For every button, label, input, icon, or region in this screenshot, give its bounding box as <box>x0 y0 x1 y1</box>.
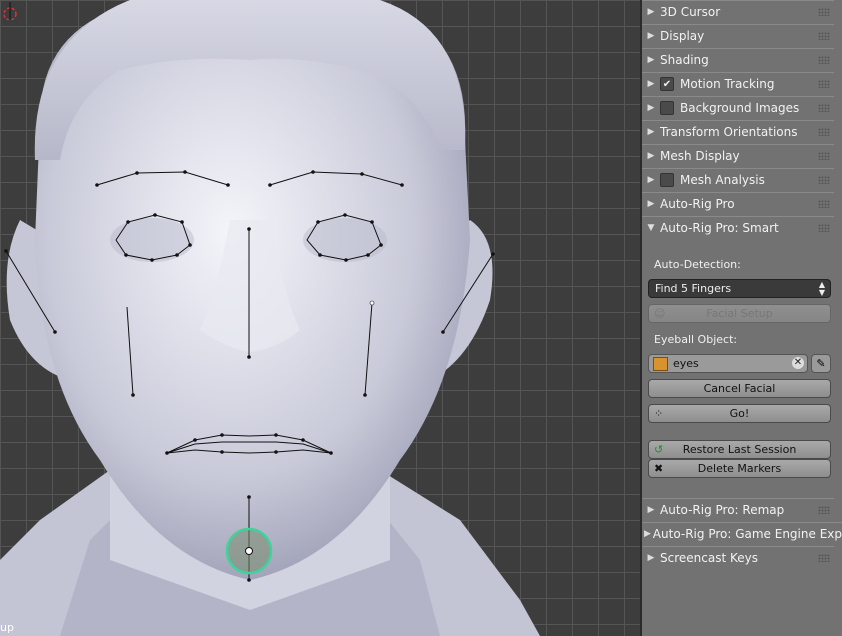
section-label: Shading <box>660 53 709 67</box>
section-motion-tracking[interactable]: ▶ ✔ Motion Tracking <box>642 72 834 95</box>
restore-last-session-button[interactable]: ↺ Restore Last Session <box>648 440 831 459</box>
bone-points-icon: ⁘ <box>654 407 664 420</box>
restore-icon: ↺ <box>654 443 664 456</box>
section-label: Mesh Analysis <box>680 173 765 187</box>
facial-setup-label: Facial Setup <box>706 307 773 320</box>
fingers-select-value: Find 5 Fingers <box>655 282 732 295</box>
collapse-arrow-icon: ▶ <box>647 151 655 161</box>
section-auto-rig-pro-smart[interactable]: ▼ Auto-Rig Pro: Smart <box>642 216 834 239</box>
section-label: Mesh Display <box>660 149 740 163</box>
facial-setup-button[interactable]: ☺ Facial Setup <box>648 304 831 323</box>
section-mesh-analysis[interactable]: ▶ Mesh Analysis <box>642 168 834 191</box>
drag-grip-icon[interactable] <box>818 224 830 232</box>
mesh-analysis-checkbox[interactable] <box>660 173 674 187</box>
drag-grip-icon[interactable] <box>818 200 830 208</box>
face-icon: ☺ <box>654 307 666 320</box>
section-shading[interactable]: ▶ Shading <box>642 48 834 71</box>
section-label: Transform Orientations <box>660 125 798 139</box>
face-model <box>0 0 540 636</box>
object-cube-icon <box>653 356 668 371</box>
section-transform-orientations[interactable]: ▶ Transform Orientations <box>642 120 834 143</box>
section-auto-rig-pro-remap[interactable]: ▶ Auto-Rig Pro: Remap <box>642 498 834 521</box>
collapse-arrow-icon: ▶ <box>647 199 655 209</box>
section-label: Auto-Rig Pro: Remap <box>660 503 785 517</box>
fingers-select[interactable]: Find 5 Fingers ▲ ▼ <box>648 279 831 298</box>
collapse-arrow-icon: ▶ <box>647 103 655 113</box>
section-3d-cursor[interactable]: ▶ 3D Cursor <box>642 0 834 23</box>
section-label: Background Images <box>680 101 800 115</box>
cancel-facial-button[interactable]: Cancel Facial <box>648 379 831 398</box>
collapse-arrow-icon: ▶ <box>647 175 655 185</box>
collapse-arrow-icon: ▶ <box>647 127 655 137</box>
section-label: Screencast Keys <box>660 551 758 565</box>
delete-markers-button[interactable]: ✖ Delete Markers <box>648 459 831 478</box>
collapse-arrow-icon: ▶ <box>647 55 655 65</box>
go-label: Go! <box>729 407 750 420</box>
eyeball-object-label: Eyeball Object: <box>654 333 738 346</box>
section-label: Auto-Rig Pro: Game Engine Exp <box>652 527 842 541</box>
eyedropper-button[interactable]: ✎ <box>811 354 831 373</box>
eyeball-object-value: eyes <box>673 357 699 370</box>
drag-grip-icon[interactable] <box>818 104 830 112</box>
section-screencast-keys[interactable]: ▶ Screencast Keys <box>642 546 834 569</box>
section-label: Auto-Rig Pro: Smart <box>660 221 779 235</box>
section-mesh-display[interactable]: ▶ Mesh Display <box>642 144 834 167</box>
drag-grip-icon[interactable] <box>818 152 830 160</box>
go-button[interactable]: ⁘ Go! <box>648 404 831 423</box>
section-label: 3D Cursor <box>660 5 721 19</box>
section-auto-rig-pro-game-engine-export[interactable]: ▶ Auto-Rig Pro: Game Engine Exp <box>642 522 842 545</box>
updown-arrows-icon: ▲ ▼ <box>818 280 825 297</box>
drag-grip-icon[interactable] <box>818 176 830 184</box>
viewport-corner-text: up <box>0 621 14 634</box>
delete-x-icon: ✖ <box>654 462 664 475</box>
drag-grip-icon[interactable] <box>818 80 830 88</box>
eyedropper-icon: ✎ <box>816 357 826 370</box>
drag-grip-icon[interactable] <box>818 56 830 64</box>
collapse-arrow-icon: ▶ <box>647 31 655 41</box>
cancel-facial-label: Cancel Facial <box>703 382 776 395</box>
section-label: Display <box>660 29 705 43</box>
section-display[interactable]: ▶ Display <box>642 24 834 47</box>
clear-field-icon[interactable]: ✕ <box>792 357 804 369</box>
section-background-images[interactable]: ▶ Background Images <box>642 96 834 119</box>
collapse-arrow-icon: ▶ <box>647 553 655 563</box>
motion-tracking-checkbox[interactable]: ✔ <box>660 77 674 91</box>
collapse-arrow-icon: ▶ <box>647 7 655 17</box>
drag-grip-icon[interactable] <box>818 506 830 514</box>
3d-viewport[interactable]: up <box>0 0 640 636</box>
drag-grip-icon[interactable] <box>818 8 830 16</box>
collapse-arrow-icon: ▶ <box>643 529 651 539</box>
properties-panel: ▶ 3D Cursor ▶ Display ▶ Shading ▶ ✔ Moti… <box>640 0 842 636</box>
drag-grip-icon[interactable] <box>818 128 830 136</box>
3d-cursor-icon <box>3 2 17 20</box>
eyeball-object-field[interactable]: eyes ✕ <box>648 354 808 373</box>
drag-grip-icon[interactable] <box>818 554 830 562</box>
section-label: Auto-Rig Pro <box>660 197 735 211</box>
section-auto-rig-pro[interactable]: ▶ Auto-Rig Pro <box>642 192 834 215</box>
collapse-arrow-icon: ▶ <box>647 79 655 89</box>
auto-detection-label: Auto-Detection: <box>654 258 741 271</box>
delete-markers-label: Delete Markers <box>697 462 782 475</box>
drag-grip-icon[interactable] <box>818 32 830 40</box>
collapse-arrow-icon: ▶ <box>647 505 655 515</box>
section-label: Motion Tracking <box>680 77 775 91</box>
background-images-checkbox[interactable] <box>660 101 674 115</box>
expand-arrow-icon: ▼ <box>647 223 655 233</box>
restore-session-label: Restore Last Session <box>682 443 797 456</box>
